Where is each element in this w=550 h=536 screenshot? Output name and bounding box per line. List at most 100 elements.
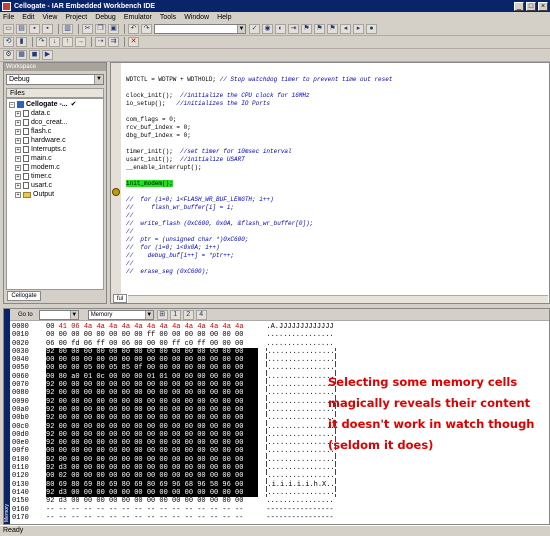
breakpoint-icon[interactable] [112,188,120,196]
code-line[interactable]: // [126,228,548,236]
make-icon[interactable]: ▦ [16,50,27,60]
editor-tab[interactable]: ful [113,294,127,303]
memory-row[interactable]: 0160 -- -- -- -- -- -- -- -- -- -- -- -- … [12,506,336,514]
memory-zone-select[interactable]: Memory ▼ [87,309,154,320]
code-line[interactable]: // debug_buf[i++] = *ptr++; [126,252,548,260]
menu-edit[interactable]: Edit [22,14,34,21]
save-icon[interactable]: ▪ [29,24,40,34]
open-icon[interactable]: ▤ [16,24,27,34]
print-icon[interactable]: ▥ [62,24,73,34]
memory-row[interactable]: 00c0 92 00 00 00 00 00 00 00 00 00 00 00 … [12,422,336,431]
find-combo[interactable]: ▼ [154,24,246,34]
toggle-breakpoint-icon[interactable]: ● [366,24,377,34]
memory-row[interactable]: 0050 00 00 00 05 00 05 85 0f 00 00 00 00 … [12,364,336,373]
tree-file[interactable]: + Interrupts.c [9,145,101,154]
memory-8bit-icon[interactable]: 1 [169,309,181,320]
memory-row[interactable]: 0060 00 80 a0 01 0c 00 00 00 01 01 00 00 … [12,372,336,382]
tree-file[interactable]: + hardware.c [9,136,101,145]
code-line[interactable]: // for (i=0; i<0x0A; i++) [126,244,548,252]
break-icon[interactable]: ▮ [16,37,27,47]
editor-horizontal-scrollbar[interactable] [128,295,548,303]
stop-build-icon[interactable]: ◼ [29,50,40,60]
memory-row[interactable]: 0090 92 00 00 00 00 00 00 00 00 00 00 00 … [12,397,336,406]
menu-view[interactable]: View [42,14,57,21]
step-over-icon[interactable]: ↷ [36,37,47,47]
minimize-button[interactable]: _ [514,1,524,11]
memory-row[interactable]: 0110 92 d3 00 00 00 00 00 00 00 00 00 00 … [12,464,336,473]
tree-folder[interactable]: + Output [9,190,101,199]
code-line[interactable]: com_flags = 0; [126,116,548,124]
code-editor[interactable]: WDTCTL = WDTPW + WDTHOLD; // Stop watchd… [110,62,550,304]
menu-help[interactable]: Help [217,14,231,21]
memory-row[interactable]: 0040 00 00 00 00 00 00 00 00 00 00 00 00 … [12,356,336,365]
navigate-back-icon[interactable]: ◂ [340,24,351,34]
paste-icon[interactable]: ▣ [108,24,119,34]
step-out-icon[interactable]: ↑ [62,37,73,47]
configuration-select[interactable]: Debug ▼ [6,74,104,85]
code-line[interactable]: WDTCTL = WDTPW + WDTHOLD; // Stop watchd… [126,76,548,84]
memory-row[interactable]: 0030 92 00 00 00 00 00 00 00 00 00 00 00 … [12,347,336,357]
menu-debug[interactable]: Debug [95,14,116,21]
menu-project[interactable]: Project [65,14,87,21]
tree-project[interactable]: − Cellogate -... ✔ [9,100,101,109]
goto-input[interactable]: ▼ [38,309,79,320]
next-statement-icon[interactable]: → [75,37,86,47]
memory-row[interactable]: 0140 92 d3 00 00 00 00 00 00 00 00 00 00 … [12,488,336,498]
navigate-forward-icon[interactable]: ▸ [353,24,364,34]
tree-file[interactable]: + modem.c [9,163,101,172]
tree-file[interactable]: + dco_creat... [9,118,101,127]
editor-gutter[interactable] [111,63,121,303]
code-line[interactable]: timer_init(); //set timer for 10msec int… [126,148,548,156]
close-button[interactable]: × [538,1,548,11]
code-line[interactable]: // write_flash (0xC600, 0x0A, &flash_wr_… [126,220,548,228]
memory-row[interactable]: 0130 80 69 80 69 80 69 80 69 80 69 96 68 … [12,480,336,489]
replace-icon[interactable]: ◐ [275,24,286,34]
code-line[interactable] [126,172,548,180]
debug-icon[interactable]: ▶ [42,50,53,60]
tree-file[interactable]: + data.c [9,109,101,118]
memory-row[interactable]: 0080 92 00 00 00 00 00 00 00 00 00 00 00 … [12,389,336,398]
code-line[interactable] [126,140,548,148]
cut-icon[interactable]: ✂ [82,24,93,34]
copy-icon[interactable]: ❐ [95,24,106,34]
maximize-button[interactable]: □ [526,1,536,11]
find-prev-icon[interactable]: ◉ [262,24,273,34]
code-line[interactable]: init_modem(); [126,180,548,188]
tree-file[interactable]: + main.c [9,154,101,163]
code-line[interactable]: rcv_buf_index = 0; [126,124,548,132]
compile-icon[interactable]: ⚙ [3,50,14,60]
bookmark-prev-icon[interactable]: ⚑ [327,24,338,34]
code-line[interactable]: // flash_wr_buffer[i] = i; [126,204,548,212]
memory-row[interactable]: 0100 92 00 00 00 00 00 00 00 00 00 00 00 … [12,455,336,465]
code-line[interactable]: // [126,260,548,268]
memory-16bit-icon[interactable]: 2 [182,309,194,320]
memory-row[interactable]: 00f0 00 00 00 00 00 00 00 00 00 00 00 00 … [12,447,336,456]
memory-row[interactable]: 0010 00 00 00 00 00 00 00 00 ff 00 00 00 … [12,331,336,339]
bookmark-icon[interactable]: ⚑ [301,24,312,34]
goto-icon[interactable]: ⇥ [288,24,299,34]
redo-icon[interactable]: ↷ [141,24,152,34]
memory-row[interactable]: 0120 00 02 00 00 00 00 00 00 00 00 00 00 … [12,472,336,481]
menu-window[interactable]: Window [184,14,209,21]
memory-view-icon[interactable]: ⊞ [156,309,168,320]
memory-row[interactable]: 00d0 92 00 00 00 00 00 00 00 00 00 00 00 … [12,430,336,440]
tree-file[interactable]: + usart.c [9,181,101,190]
memory-row[interactable]: 00b0 92 00 00 00 00 00 00 00 00 00 00 00 … [12,414,336,423]
code-line[interactable]: dbg_buf_index = 0; [126,132,548,140]
stop-debugging-icon[interactable]: ✕ [128,37,139,47]
code-line[interactable] [126,108,548,116]
memory-32bit-icon[interactable]: 4 [195,309,207,320]
step-into-icon[interactable]: ↓ [49,37,60,47]
go-icon[interactable]: ⇉ [108,37,119,47]
memory-row[interactable]: 00a0 92 00 00 00 00 00 00 00 00 00 00 00 … [12,405,336,415]
code-line[interactable]: // erase_seg (0xC600); [126,268,548,276]
tree-file[interactable]: + timer.c [9,172,101,181]
menu-tools[interactable]: Tools [160,14,176,21]
code-line[interactable]: __enable_interrupt(); [126,164,548,172]
code-line[interactable] [126,84,548,92]
code-line[interactable]: // ptr = (unsigned char *)0xC600; [126,236,548,244]
memory-row[interactable]: 0150 92 d3 00 00 00 00 00 00 00 00 00 00 … [12,497,336,505]
code-line[interactable] [126,188,548,196]
find-next-icon[interactable]: ✓ [249,24,260,34]
code-line[interactable]: usart_init(); //initialize USART [126,156,548,164]
